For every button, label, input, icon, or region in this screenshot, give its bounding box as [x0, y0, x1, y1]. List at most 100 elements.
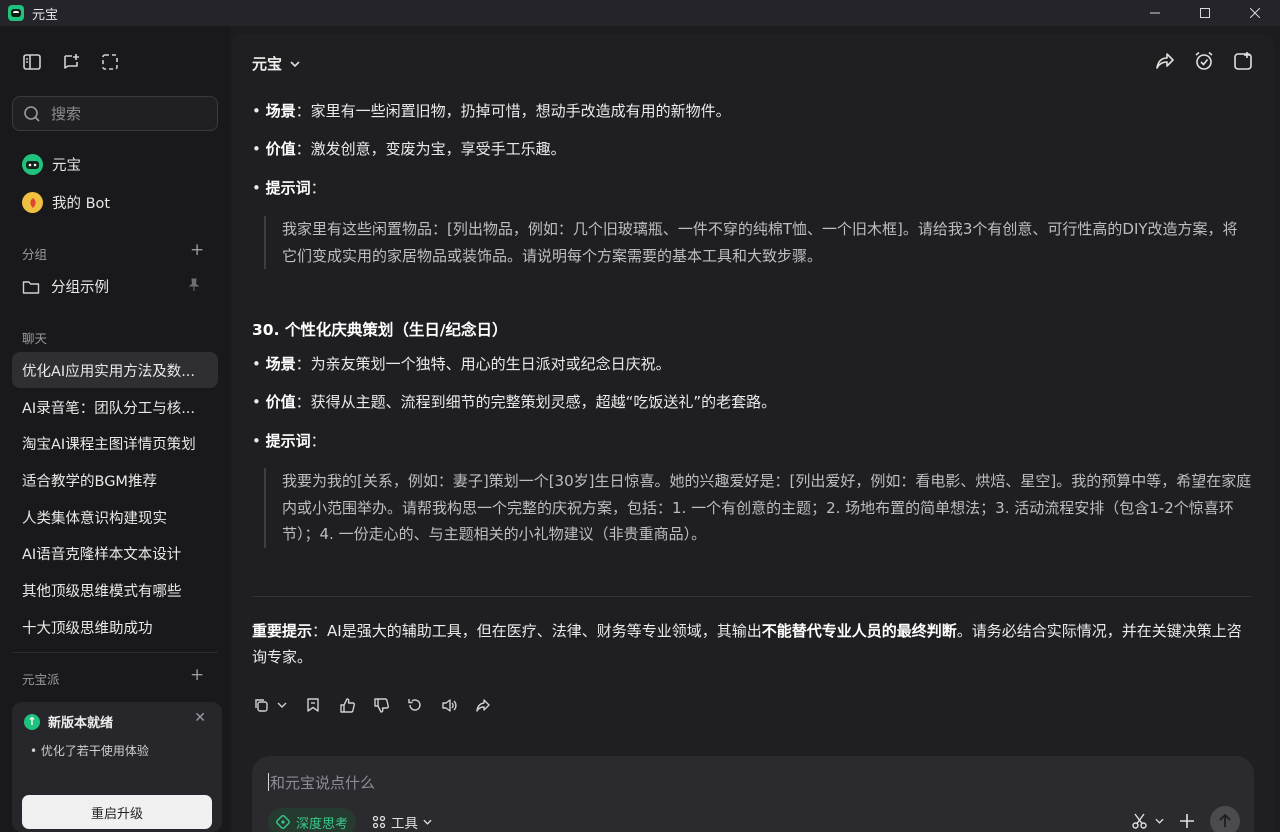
bullet-value: • 价值：激发创意，变废为宝，享受手工乐趣。 [252, 140, 566, 158]
group-item-example[interactable]: 分组示例 [22, 276, 212, 297]
chats-section-label: 聊天 [22, 331, 48, 346]
bullet-prompt: • 提示词： [252, 179, 326, 197]
plus-icon[interactable] [1178, 812, 1196, 830]
pin-icon[interactable] [187, 278, 201, 292]
sidebar: 搜索 元宝 我的 Bot 分组 + 分组示例 聊天 优化AI应用实用方法及数..… [0, 26, 230, 832]
groups-section-label: 分组 [22, 247, 48, 262]
message-actions [252, 696, 492, 714]
update-title: 新版本就绪 [48, 716, 114, 731]
new-window-icon[interactable] [1232, 50, 1254, 72]
regenerate-button[interactable] [406, 696, 424, 714]
chat-item[interactable]: 淘宝AI课程主图详情页策划 [12, 425, 218, 461]
chat-item[interactable]: AI语音克隆样本文本设计 [12, 535, 218, 571]
minimize-icon [1150, 12, 1160, 14]
like-button[interactable] [338, 696, 356, 714]
thumbs-up-icon [339, 697, 355, 713]
copy-options-button[interactable] [276, 696, 288, 714]
group-item-label: 分组示例 [51, 280, 109, 296]
scissors-button[interactable] [1131, 812, 1164, 830]
tools-dropdown[interactable]: 工具 [372, 812, 432, 832]
close-window-button[interactable] [1230, 0, 1280, 26]
bullet-text: ：激发创意，变废为宝，享受手工乐趣。 [295, 140, 566, 158]
bullet-label: 场景 [265, 355, 296, 373]
chevron-down-icon [290, 60, 300, 67]
update-card: ↑ 新版本就绪 ✕ • 优化了若干使用体验 重启升级 [12, 702, 222, 832]
search-box[interactable]: 搜索 [12, 96, 218, 131]
chat-panel: 元宝 • 场景：家里有一些闲置旧物，扔掉可惜，想动手改造成有用的新物件。 • 价… [232, 34, 1274, 832]
restart-upgrade-button[interactable]: 重启升级 [22, 795, 212, 829]
add-yuanbao-pai-button[interactable]: + [190, 665, 204, 685]
window-title: 元宝 [32, 7, 59, 23]
sidebar-toolbar [22, 52, 120, 72]
update-item: 优化了若干使用体验 [40, 744, 149, 758]
update-close-icon[interactable]: ✕ [194, 710, 206, 726]
composer-right-actions [1131, 806, 1240, 832]
minimize-button[interactable] [1130, 0, 1180, 26]
bullet-label: 价值 [265, 140, 296, 158]
alarm-icon[interactable] [1193, 50, 1215, 72]
bullet-label: 提示词 [265, 179, 311, 197]
dislike-button[interactable] [372, 696, 390, 714]
scissors-icon [1132, 813, 1147, 829]
model-selector[interactable]: 元宝 [252, 53, 300, 74]
content-divider [252, 596, 1252, 597]
nav-item-my-bot[interactable]: 我的 Bot [22, 192, 110, 213]
bullet-label: 场景 [265, 102, 296, 120]
prompt-quote: 我家里有这些闲置物品：[列出物品，例如：几个旧玻璃瓶、一件不穿的纯棉T恤、一个旧… [264, 216, 1252, 269]
chat-item[interactable]: 适合教学的BGM推荐 [12, 462, 218, 498]
chevron-down-icon [423, 819, 432, 825]
refresh-icon [408, 699, 421, 711]
share-icon[interactable] [1154, 50, 1176, 72]
screenshot-icon[interactable] [100, 52, 120, 72]
copy-button[interactable] [252, 696, 270, 714]
chat-item[interactable]: 其他顶级思维模式有哪些 [12, 572, 218, 608]
upgrade-arrow-icon: ↑ [24, 713, 40, 730]
message-input[interactable]: 和元宝说点什么 [270, 772, 375, 793]
search-icon [24, 105, 40, 122]
deep-think-toggle[interactable]: 深度思考 [268, 808, 357, 832]
bot-avatar-icon [22, 192, 43, 213]
nav-item-label: 我的 Bot [52, 196, 111, 212]
close-icon [1250, 8, 1260, 18]
bullet-text: ： [310, 179, 326, 197]
bullet-label: 提示词 [265, 432, 311, 450]
yuanbao-logo-icon [22, 154, 43, 175]
important-bold: 不能替代专业人员的最终判断 [761, 622, 957, 640]
tools-label: 工具 [391, 816, 418, 832]
text-caret [268, 773, 269, 791]
bullet-scene: • 场景：家里有一些闲置旧物，扔掉可惜，想动手改造成有用的新物件。 [252, 102, 731, 120]
app-logo-icon [8, 5, 24, 21]
header-actions [1154, 50, 1254, 72]
read-aloud-button[interactable] [440, 696, 458, 714]
yuanbao-pai-section-label: 元宝派 [22, 672, 60, 687]
bookmark-button[interactable] [304, 696, 322, 714]
composer: 和元宝说点什么 深度思考 工具 [252, 756, 1254, 832]
chat-item[interactable]: 人类集体意识构建现实 [12, 499, 218, 535]
arrow-up-icon [1219, 813, 1231, 827]
bookmark-icon [307, 698, 319, 712]
new-chat-icon[interactable] [61, 52, 81, 72]
bullet-scene: • 场景：为亲友策划一个独特、用心的生日派对或纪念日庆祝。 [252, 355, 671, 373]
deep-think-label: 深度思考 [296, 816, 349, 832]
send-button[interactable] [1210, 806, 1240, 832]
search-input[interactable]: 搜索 [51, 103, 81, 124]
toggle-sidebar-icon[interactable] [22, 52, 42, 72]
bullet-text: ： [310, 432, 326, 450]
maximize-button[interactable] [1180, 0, 1230, 26]
chat-item[interactable]: 十大顶级思维助成功 [12, 609, 218, 645]
chat-item[interactable]: AI录音笔：团队分工与核... [12, 389, 218, 425]
bullet-text: ：为亲友策划一个独特、用心的生日派对或纪念日庆祝。 [295, 355, 671, 373]
add-group-button[interactable]: + [190, 240, 204, 260]
share-message-button[interactable] [474, 696, 492, 714]
chat-item[interactable]: 优化AI应用实用方法及数... [12, 352, 218, 388]
nav-item-yuanbao[interactable]: 元宝 [22, 154, 81, 175]
model-name: 元宝 [252, 55, 283, 73]
speaker-icon [441, 698, 457, 712]
bullet-prompt: • 提示词： [252, 432, 326, 450]
deep-think-icon [276, 815, 290, 829]
chevron-down-icon [277, 702, 287, 708]
prompt-quote: 我要为我的[关系，例如：妻子]策划一个[30岁]生日惊喜。她的兴趣爱好是：[列出… [264, 468, 1252, 548]
update-header: ↑ 新版本就绪 [24, 712, 113, 731]
chevron-down-icon [1155, 818, 1164, 824]
share-icon [476, 699, 490, 712]
